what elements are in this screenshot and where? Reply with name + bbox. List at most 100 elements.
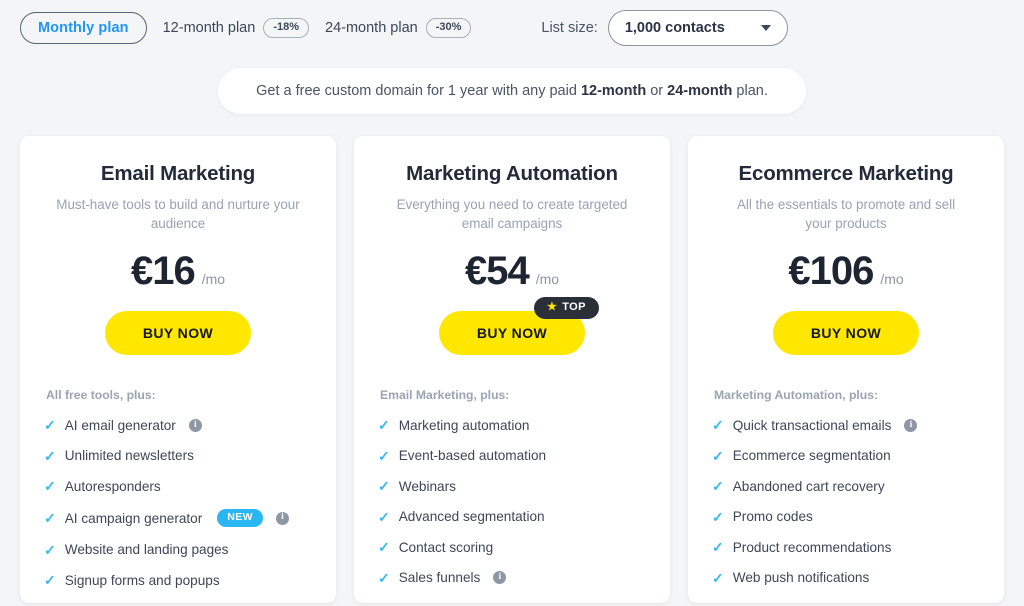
check-icon: ✓ <box>712 478 724 495</box>
plan-tab-monthly-plan[interactable]: Monthly plan <box>20 11 147 45</box>
pricing-toolbar: Monthly plan 12-month plan -18% 24-month pl… <box>0 0 1024 56</box>
feature-label: Sales funnels <box>398 570 481 586</box>
feature-item: ✓ Abandoned cart recovery <box>712 479 980 494</box>
feature-label: Event-based automation <box>398 448 547 464</box>
list-size-select[interactable]: 1,000 contacts <box>607 10 788 46</box>
feature-label: Web push notifications <box>732 570 870 586</box>
card-description: Must-have tools to build and nurture you… <box>56 197 300 232</box>
plan-tab-label: Monthly plan <box>38 19 129 36</box>
plan-period-tabs: Monthly plan 12-month plan -18% 24-month pl… <box>20 11 472 45</box>
feature-label: AI email generator <box>64 417 176 433</box>
features-heading: All free tools, plus: <box>46 387 156 402</box>
pricing-card: Email Marketing Must-have tools to build … <box>20 136 336 604</box>
promo-banner-wrap: Get a free custom domain for 1 year with… <box>0 56 1024 114</box>
feature-label: Advanced segmentation <box>398 509 545 525</box>
check-icon: ✓ <box>44 417 56 434</box>
top-badge: ★ TOP <box>534 296 599 319</box>
check-icon: ✓ <box>712 417 724 434</box>
plan-tab-24-month-plan[interactable]: 24-month plan -30% <box>325 18 472 38</box>
card-title: Ecommerce Marketing <box>738 162 954 185</box>
feature-label: Quick transactional emails <box>732 417 892 433</box>
buy-now-button[interactable]: BUY NOW <box>772 310 920 355</box>
price-amount: €54 <box>464 248 530 293</box>
check-icon: ✓ <box>44 478 56 495</box>
card-title: Marketing Automation <box>406 162 618 185</box>
info-icon[interactable]: i <box>493 571 507 585</box>
check-icon: ✓ <box>712 539 724 556</box>
price-row: €54/mo <box>378 251 646 291</box>
feature-item: ✓ Web push notifications <box>712 570 980 585</box>
promo-bold-24-month: 24-month <box>667 83 733 99</box>
plan-tab-label: 12-month plan <box>162 19 256 36</box>
chevron-down-icon <box>760 25 771 31</box>
promo-text-3: plan. <box>732 83 768 99</box>
list-size-group: List size: 1,000 contacts <box>541 10 788 46</box>
feature-label: Promo codes <box>732 509 813 525</box>
check-icon: ✓ <box>44 541 56 558</box>
feature-item: ✓ Ecommerce segmentation <box>712 448 980 463</box>
buy-row: BUY NOW <box>44 310 312 355</box>
promo-bold-12-month: 12-month <box>580 83 647 99</box>
features-list: Marketing Automation, plus: ✓ Quick transa… <box>712 387 980 585</box>
feature-label: Ecommerce segmentation <box>732 448 891 464</box>
features-heading: Marketing Automation, plus: <box>714 387 879 402</box>
card-description: Everything you need to create targeted e… <box>396 197 628 232</box>
star-icon: ★ <box>547 300 558 313</box>
feature-item: ✓ Marketing automation <box>378 418 646 433</box>
feature-label: Product recommendations <box>732 539 892 555</box>
feature-item: ✓ Webinars <box>378 479 646 494</box>
check-icon: ✓ <box>712 508 724 525</box>
feature-item: ✓ Promo codes <box>712 509 980 524</box>
check-icon: ✓ <box>44 447 56 464</box>
price-amount: €16 <box>130 248 196 293</box>
promo-text-1: Get a free custom domain for 1 year with… <box>256 83 581 99</box>
info-icon[interactable]: i <box>275 511 289 525</box>
buy-now-button[interactable]: BUY NOW <box>104 310 252 355</box>
pricing-card: Marketing Automation Everything you need … <box>354 136 670 604</box>
promo-text-2: or <box>646 83 668 99</box>
feature-item: ✓ Unlimited newsletters <box>44 448 312 463</box>
card-description: All the essentials to promote and sell y… <box>736 197 956 232</box>
plan-tab-12-month-plan[interactable]: 12-month plan -18% <box>163 18 309 38</box>
info-icon[interactable]: i <box>904 418 918 432</box>
top-badge-label: TOP <box>562 300 586 313</box>
feature-label: Contact scoring <box>398 539 494 555</box>
feature-label: Webinars <box>398 478 456 494</box>
buy-row: BUY NOW <box>712 310 980 355</box>
check-icon: ✓ <box>712 447 724 464</box>
price-period: /mo <box>535 270 560 287</box>
info-icon[interactable]: i <box>188 418 202 432</box>
check-icon: ✓ <box>378 539 390 556</box>
feature-item: ✓ Product recommendations <box>712 540 980 555</box>
check-icon: ✓ <box>378 417 390 434</box>
features-list: All free tools, plus: ✓ AI email generator… <box>44 388 312 588</box>
promo-banner: Get a free custom domain for 1 year with… <box>218 68 806 114</box>
feature-item: ✓ Sales funnels i <box>378 570 646 585</box>
feature-item: ✓ Website and landing pages <box>44 542 312 557</box>
discount-badge: -30% <box>425 18 472 38</box>
features-heading: Email Marketing, plus: <box>380 387 510 402</box>
feature-item: ✓ Advanced segmentation <box>378 509 646 524</box>
feature-item: ✓ AI campaign generator NEW i <box>44 509 312 527</box>
price-row: €16/mo <box>44 251 312 291</box>
check-icon: ✓ <box>712 569 724 586</box>
check-icon: ✓ <box>378 478 390 495</box>
feature-item: ✓ AI email generator i <box>44 418 312 433</box>
new-badge: NEW <box>217 509 263 527</box>
card-title: Email Marketing <box>100 162 256 185</box>
feature-label: Autoresponders <box>64 478 161 494</box>
discount-badge: -18% <box>263 18 309 38</box>
feature-item: ✓ Autoresponders <box>44 479 312 494</box>
pricing-card: Ecommerce Marketing All the essentials to… <box>688 136 1004 604</box>
check-icon: ✓ <box>44 572 56 589</box>
feature-item: ✓ Quick transactional emails i <box>712 418 980 433</box>
feature-label: Marketing automation <box>398 417 530 433</box>
feature-item: ✓ Contact scoring <box>378 540 646 555</box>
price-period: /mo <box>880 270 904 287</box>
feature-label: Abandoned cart recovery <box>732 478 885 494</box>
list-size-label: List size: <box>541 20 598 36</box>
feature-label: Unlimited newsletters <box>64 448 194 464</box>
check-icon: ✓ <box>378 447 390 464</box>
list-size-value: 1,000 contacts <box>624 20 725 36</box>
feature-label: Signup forms and popups <box>64 572 220 588</box>
